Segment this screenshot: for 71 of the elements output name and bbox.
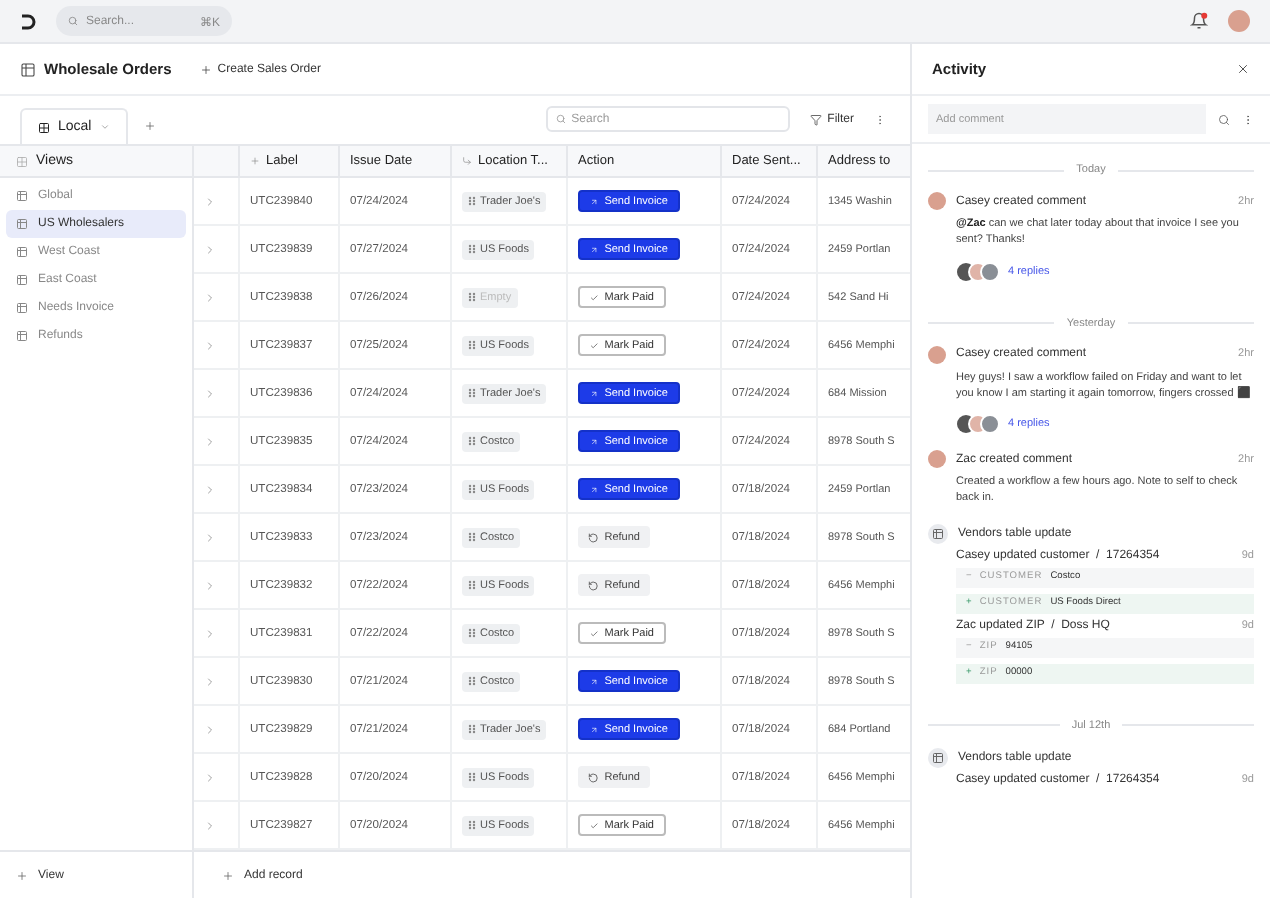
rotate-icon bbox=[588, 531, 599, 543]
expand-row-icon[interactable] bbox=[204, 195, 216, 207]
expand-row-icon[interactable] bbox=[204, 387, 216, 399]
arrow-up-right-icon bbox=[590, 483, 599, 495]
arrow-up-right-icon bbox=[590, 243, 599, 255]
search-icon bbox=[68, 16, 78, 26]
avatar bbox=[928, 345, 946, 363]
close-icon[interactable] bbox=[1236, 62, 1250, 76]
filter-icon bbox=[809, 113, 822, 125]
grip-icon bbox=[468, 484, 476, 494]
arrow-up-right-icon bbox=[590, 435, 599, 447]
caret-icon bbox=[99, 122, 110, 132]
check-icon bbox=[590, 339, 599, 351]
grip-icon bbox=[468, 292, 476, 302]
avatar bbox=[928, 450, 946, 468]
expand-row-icon[interactable] bbox=[204, 291, 216, 303]
avatar bbox=[928, 192, 946, 210]
table-icon bbox=[16, 274, 28, 286]
expand-row-icon[interactable] bbox=[204, 771, 216, 783]
expand-row-icon[interactable] bbox=[204, 435, 216, 447]
grip-icon bbox=[468, 628, 476, 638]
search-icon[interactable] bbox=[1218, 113, 1230, 125]
expand-row-icon[interactable] bbox=[204, 243, 216, 255]
table-icon bbox=[16, 246, 28, 258]
grip-icon bbox=[468, 532, 476, 542]
expand-row-icon[interactable] bbox=[204, 339, 216, 351]
check-icon bbox=[590, 819, 599, 831]
expand-row-icon[interactable] bbox=[204, 483, 216, 495]
expand-row-icon[interactable] bbox=[204, 675, 216, 687]
grip-icon bbox=[468, 436, 476, 446]
grip-icon bbox=[468, 244, 476, 254]
plus-icon bbox=[222, 869, 234, 881]
grip-icon bbox=[468, 772, 476, 782]
reply-avatars-icon bbox=[956, 414, 1000, 434]
grid-icon bbox=[38, 121, 50, 133]
expand-row-icon[interactable] bbox=[204, 579, 216, 591]
grip-icon bbox=[468, 676, 476, 686]
table-icon bbox=[16, 302, 28, 314]
notification-bell-icon[interactable] bbox=[1190, 12, 1208, 30]
grip-icon bbox=[468, 580, 476, 590]
arrow-up-right-icon bbox=[590, 723, 599, 735]
reply-avatars-icon bbox=[956, 261, 1000, 281]
table-icon bbox=[16, 330, 28, 342]
plus-icon bbox=[250, 156, 260, 166]
expand-row-icon[interactable] bbox=[204, 819, 216, 831]
table-icon bbox=[20, 61, 36, 77]
check-icon bbox=[590, 627, 599, 639]
table-icon bbox=[16, 190, 28, 202]
logo-icon bbox=[20, 13, 36, 29]
table-icon bbox=[16, 218, 28, 230]
grip-icon bbox=[468, 724, 476, 734]
plus-icon bbox=[16, 869, 28, 881]
rotate-icon bbox=[588, 771, 599, 783]
views-icon bbox=[16, 155, 28, 167]
user-avatar[interactable] bbox=[1228, 10, 1250, 32]
arrow-up-right-icon bbox=[590, 675, 599, 687]
add-tab-icon[interactable] bbox=[143, 120, 156, 132]
grip-icon bbox=[468, 388, 476, 398]
grip-icon bbox=[468, 196, 476, 206]
grip-icon bbox=[468, 340, 476, 350]
search-icon bbox=[555, 114, 566, 124]
grip-icon bbox=[468, 820, 476, 830]
expand-row-icon[interactable] bbox=[204, 627, 216, 639]
rotate-icon bbox=[588, 579, 599, 591]
expand-row-icon[interactable] bbox=[204, 531, 216, 543]
arrow-up-right-icon bbox=[590, 387, 599, 399]
plus-icon bbox=[199, 63, 212, 75]
expand-row-icon[interactable] bbox=[204, 723, 216, 735]
corner-arrow-icon bbox=[462, 156, 472, 166]
check-icon bbox=[590, 291, 599, 303]
arrow-up-right-icon bbox=[590, 195, 599, 207]
